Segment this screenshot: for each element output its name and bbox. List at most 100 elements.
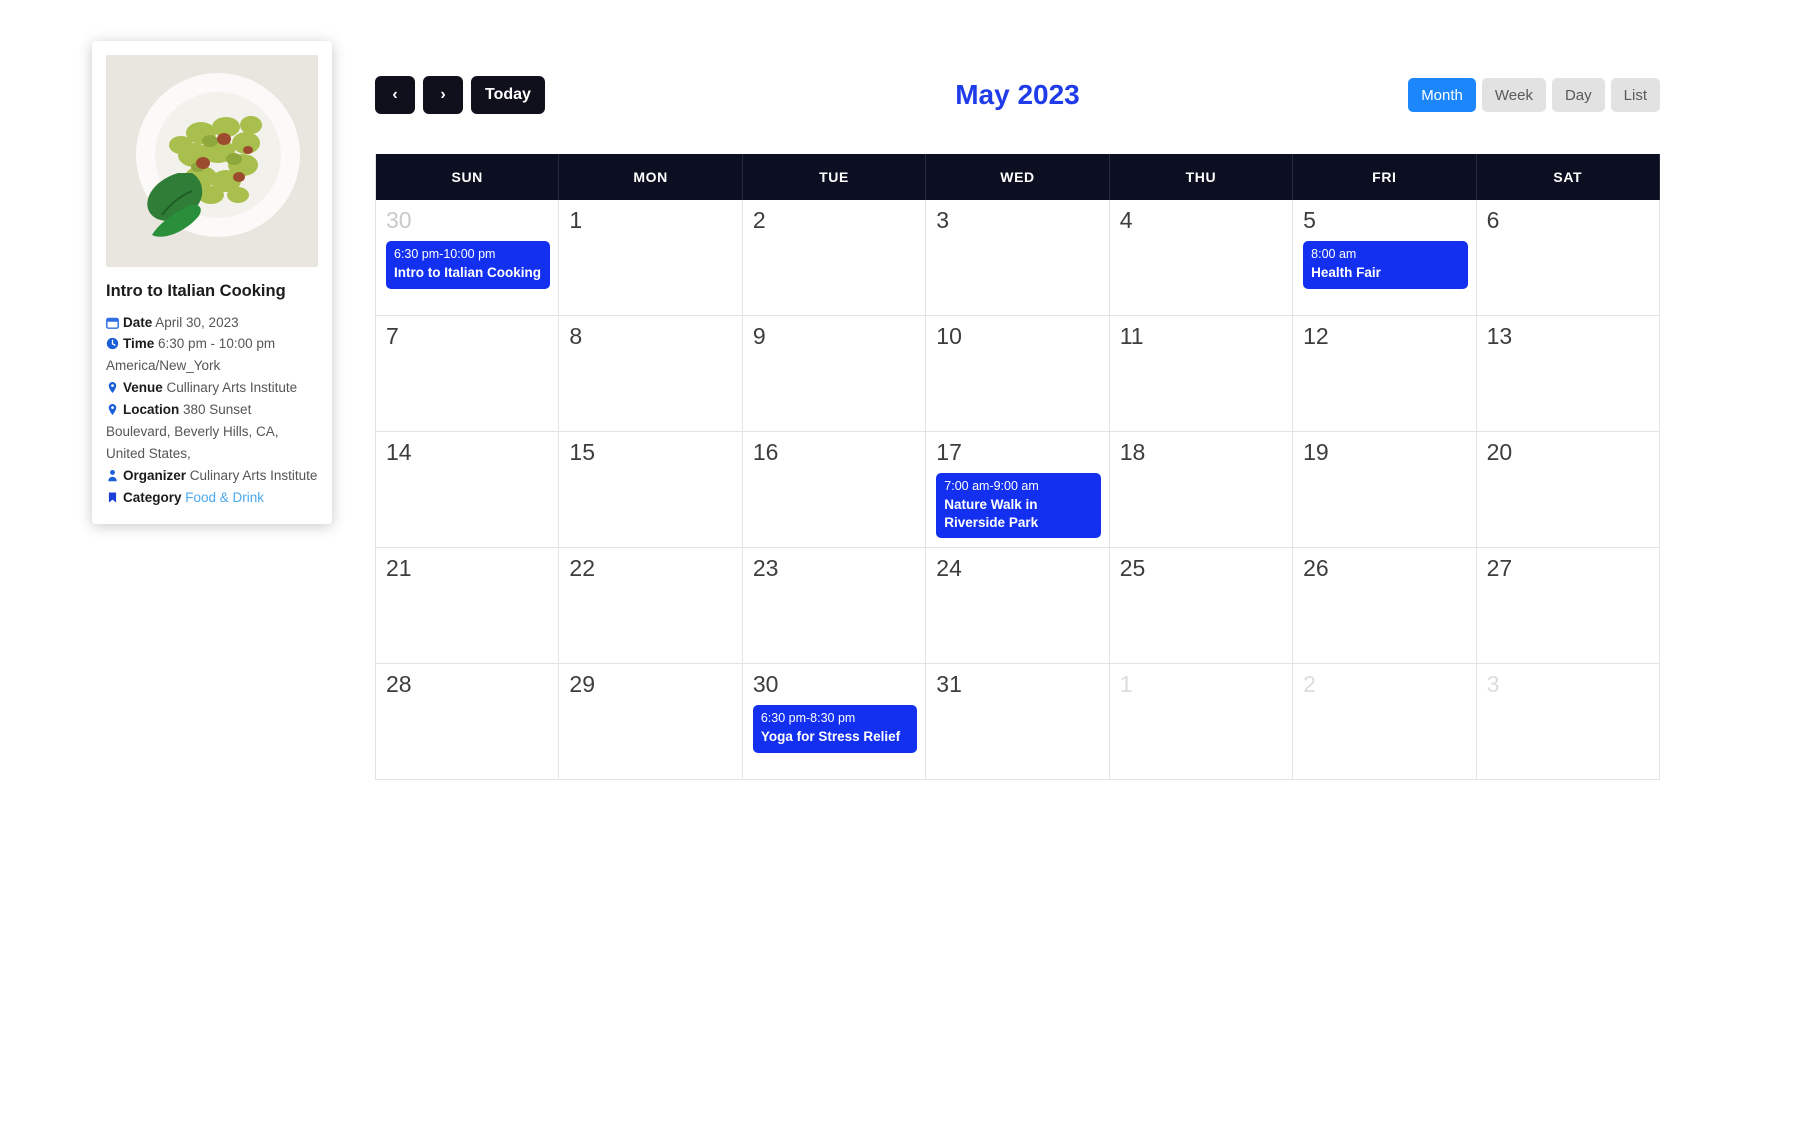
day-cell[interactable]: 10 <box>926 316 1110 432</box>
day-cell[interactable]: 28 <box>376 664 560 780</box>
weekday-header-thu: THU <box>1110 154 1294 200</box>
day-cell[interactable]: 1 <box>559 200 743 316</box>
day-cell[interactable]: 5 8:00 am Health Fair <box>1293 200 1477 316</box>
tooltip-details: Date April 30, 2023 Time 6:30 pm - 10:00… <box>106 312 318 509</box>
calendar-event-chip[interactable]: 6:30 pm-8:30 pm Yoga for Stress Relief <box>752 704 918 753</box>
map-pin-icon <box>108 382 117 394</box>
view-button-week[interactable]: Week <box>1481 78 1546 112</box>
tooltip-venue-row: Venue Cullinary Arts Institute <box>106 380 297 395</box>
view-button-day[interactable]: Day <box>1551 78 1605 112</box>
day-cell[interactable]: 26 <box>1293 548 1477 664</box>
day-cell[interactable]: 15 <box>559 432 743 548</box>
day-cell[interactable]: 2 <box>1293 664 1477 780</box>
day-cell[interactable]: 31 <box>926 664 1110 780</box>
calendar-grid: SUN MON TUE WED THU FRI SAT 30 6:30 pm-10:00 pm… <box>375 154 1660 780</box>
day-cell[interactable]: 20 <box>1476 432 1660 548</box>
day-cell[interactable]: 18 <box>1109 432 1294 548</box>
chevron-left-icon: ‹ <box>392 86 398 103</box>
calendar-event-chip[interactable]: 7:00 am-9:00 am Nature Walk in Riverside … <box>936 472 1101 539</box>
day-number: 10 <box>936 323 962 349</box>
next-month-button[interactable]: › <box>423 76 463 114</box>
day-cell[interactable]: 3 <box>926 200 1110 316</box>
event-time: 6:30 pm-10:00 pm <box>394 246 496 261</box>
weekday-header-sat: SAT <box>1477 154 1660 200</box>
day-cell[interactable]: 8 <box>559 316 743 432</box>
event-thumbnail <box>106 55 318 267</box>
day-cell[interactable]: 7 <box>376 316 560 432</box>
day-number: 30 <box>386 207 412 233</box>
day-number: 1 <box>1119 671 1133 697</box>
calendar-event-chip[interactable]: 8:00 am Health Fair <box>1303 240 1468 289</box>
day-number: 30 <box>752 671 779 697</box>
event-title: Health Fair <box>1311 265 1381 280</box>
day-cell[interactable]: 29 <box>559 664 743 780</box>
view-button-list[interactable]: List <box>1610 78 1660 112</box>
calendar-week-row: 28 29 30 6:30 pm-8:30 pm Yoga for Stress Rel… <box>376 664 1660 780</box>
calendar-toolbar: ‹ › Today May 2023 Month Week Day List <box>375 60 1660 130</box>
calendar-widget: ‹ › Today May 2023 Month Week Day List S… <box>375 60 1660 780</box>
day-number: 3 <box>1486 671 1500 697</box>
calendar-icon <box>106 317 119 329</box>
event-time: 8:00 am <box>1311 246 1357 261</box>
weekday-header-fri: FRI <box>1293 154 1477 200</box>
tooltip-category-row: Category Food & Drink <box>106 490 264 505</box>
tooltip-time-label: Time <box>123 336 155 352</box>
calendar-week-row: 14 15 16 17 7:00 am-9:00 am Nature Walk in Ri… <box>376 432 1660 548</box>
tooltip-date-label: Date <box>123 314 153 330</box>
day-cell[interactable]: 13 <box>1476 316 1660 432</box>
tooltip-date-value: April 30, 2023 <box>155 314 239 330</box>
day-number: 2 <box>1303 671 1316 697</box>
day-cell[interactable]: 9 <box>742 316 927 432</box>
day-cell[interactable]: 6 <box>1476 200 1660 316</box>
day-cell[interactable]: 14 <box>376 432 560 548</box>
weekday-header-tue: TUE <box>743 154 927 200</box>
day-cell[interactable]: 25 <box>1109 548 1294 664</box>
day-cell[interactable]: 19 <box>1293 432 1477 548</box>
day-number: 26 <box>1303 555 1329 581</box>
day-number: 16 <box>752 439 779 465</box>
tooltip-category-value[interactable]: Food & Drink <box>185 490 264 505</box>
day-number: 22 <box>569 555 596 581</box>
view-button-month[interactable]: Month <box>1408 78 1476 112</box>
day-cell[interactable]: 1 <box>1109 664 1294 780</box>
tooltip-event-title: Intro to Italian Cooking <box>106 282 286 300</box>
day-cell[interactable]: 30 6:30 pm-10:00 pm Intro to Italian Cooki… <box>376 200 560 316</box>
day-number: 14 <box>386 439 412 465</box>
tooltip-venue-value: Cullinary Arts Institute <box>166 380 298 396</box>
event-time: 6:30 pm-8:30 pm <box>760 710 856 725</box>
calendar-event-chip[interactable]: 6:30 pm-10:00 pm Intro to Italian Cooking <box>386 240 551 289</box>
event-title: Intro to Italian Cooking <box>394 265 541 280</box>
day-cell[interactable]: 16 <box>742 432 927 548</box>
day-number: 8 <box>569 323 583 349</box>
day-cell[interactable]: 2 <box>742 200 927 316</box>
day-cell[interactable]: 21 <box>376 548 560 664</box>
day-cell[interactable]: 3 <box>1476 664 1660 780</box>
day-number: 12 <box>1303 323 1329 349</box>
day-number: 27 <box>1486 555 1513 581</box>
person-icon <box>108 469 117 481</box>
day-number: 23 <box>752 555 779 581</box>
day-cell[interactable]: 22 <box>559 548 743 664</box>
event-title: Yoga for Stress Relief <box>760 729 901 744</box>
day-cell[interactable]: 23 <box>742 548 927 664</box>
day-number: 24 <box>936 555 962 581</box>
event-title: Nature Walk in Riverside Park <box>944 497 1039 530</box>
day-cell[interactable]: 12 <box>1293 316 1477 432</box>
day-number: 19 <box>1303 439 1329 465</box>
tooltip-organizer-row: Organizer Culinary Arts Institute <box>106 468 317 483</box>
day-number: 15 <box>569 439 596 465</box>
day-number: 6 <box>1486 207 1500 233</box>
day-number: 31 <box>936 671 962 697</box>
calendar-page: ‹ › Today May 2023 Month Week Day List S… <box>0 0 1800 1142</box>
calendar-week-row: 7 8 9 10 11 12 13 <box>376 316 1660 432</box>
day-cell[interactable]: 4 <box>1109 200 1294 316</box>
prev-month-button[interactable]: ‹ <box>375 76 415 114</box>
calendar-week-row: 21 22 23 24 25 26 27 <box>376 548 1660 664</box>
day-cell[interactable]: 11 <box>1109 316 1294 432</box>
day-cell[interactable]: 24 <box>926 548 1110 664</box>
day-cell[interactable]: 17 7:00 am-9:00 am Nature Walk in Riversid… <box>926 432 1110 548</box>
day-cell[interactable]: 27 <box>1476 548 1660 664</box>
day-cell[interactable]: 30 6:30 pm-8:30 pm Yoga for Stress Relief <box>742 664 927 780</box>
today-button[interactable]: Today <box>471 76 545 114</box>
tooltip-category-label: Category <box>123 489 182 505</box>
